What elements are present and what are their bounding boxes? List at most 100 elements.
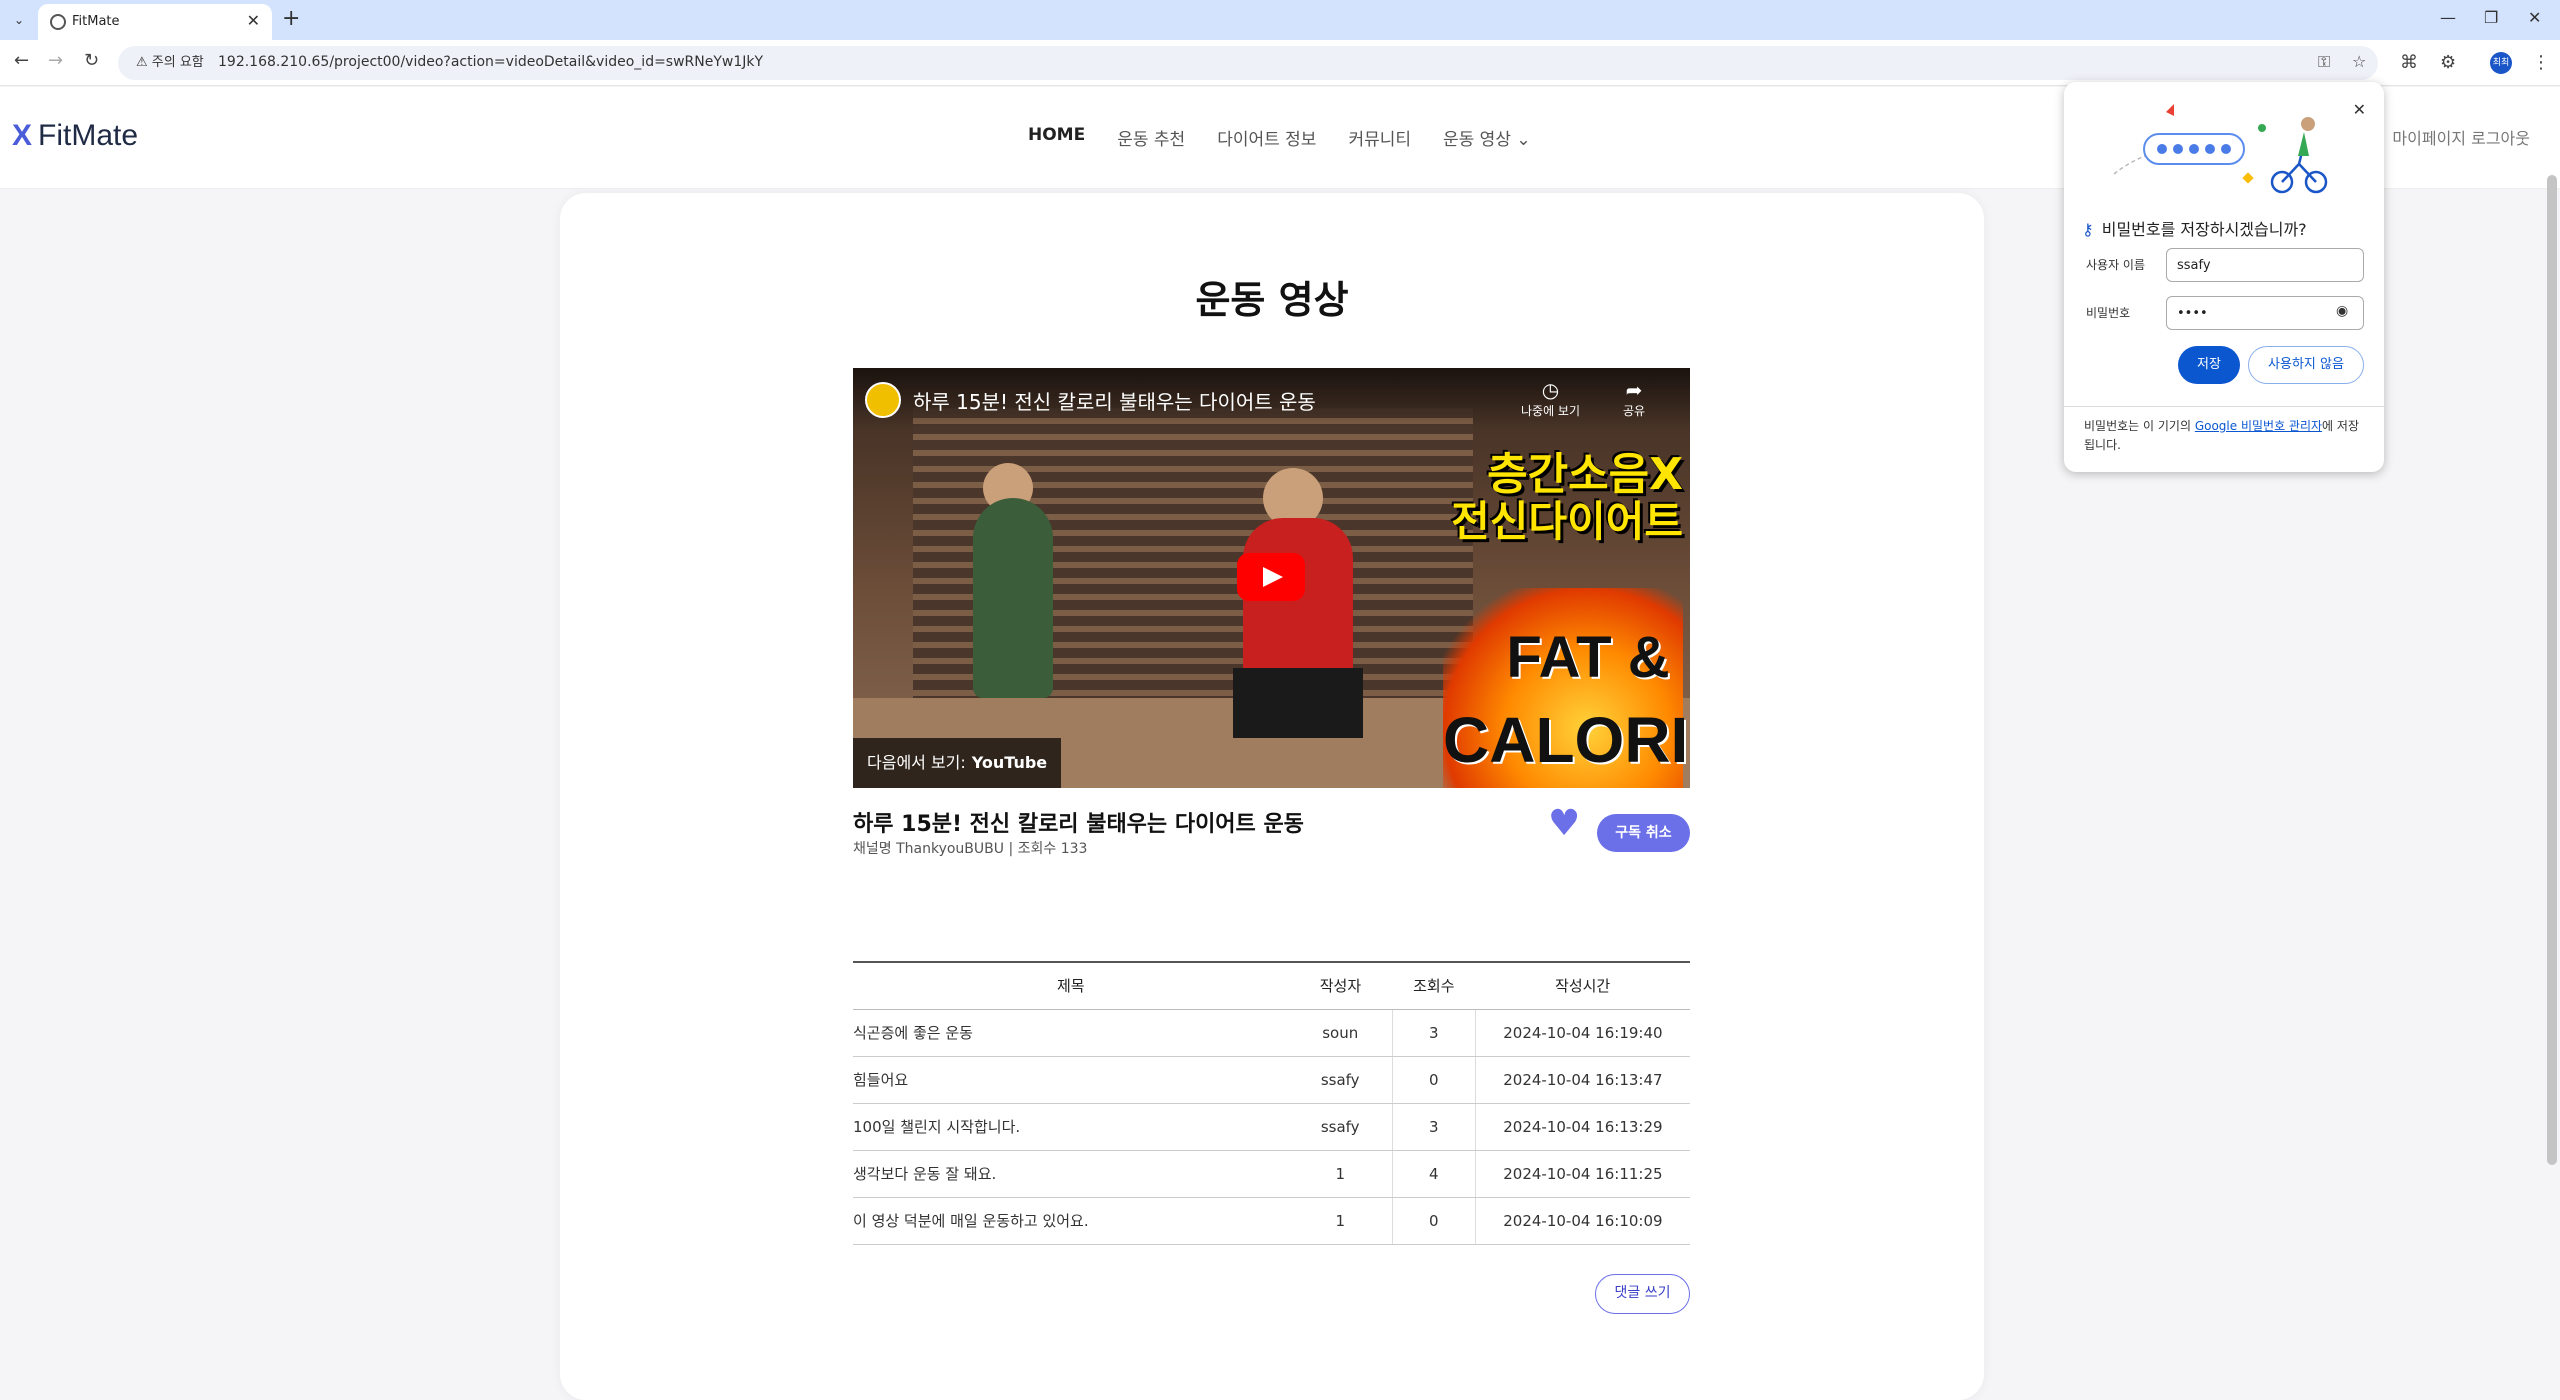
nav-home[interactable]: HOME [1028, 125, 1085, 150]
row-author: ssafy [1288, 1103, 1393, 1151]
nav-exercise-video-label: 운동 영상 [1443, 130, 1511, 150]
main-nav: HOME 운동 추천 다이어트 정보 커뮤니티 운동 영상 ⌄ [1028, 125, 1531, 150]
password-label: 비밀번호 [2086, 306, 2131, 320]
row-time: 2024-10-04 16:10:09 [1474, 1197, 1690, 1245]
nav-exercise-video[interactable]: 운동 영상 ⌄ [1443, 125, 1531, 150]
minimize-icon[interactable]: — [2440, 8, 2456, 27]
table-row[interactable]: 식곤증에 좋은 운동 soun 3 2024-10-04 16:19:40 [853, 1009, 1690, 1057]
share-icon: ➦ [1625, 378, 1643, 402]
clock-icon: ◷ [1541, 378, 1560, 402]
password-dialog-heading: ⚷ 비밀번호를 저장하시겠습니까? [2082, 216, 2307, 240]
site-logo[interactable]: X FitMate [12, 119, 138, 153]
menu-kebab-icon[interactable]: ⋮ [2532, 52, 2550, 73]
row-time: 2024-10-04 16:11:25 [1474, 1150, 1690, 1198]
row-time: 2024-10-04 16:13:47 [1474, 1056, 1690, 1104]
channel-avatar[interactable] [865, 382, 901, 418]
tab-search-icon[interactable]: ⌄ [8, 10, 30, 30]
forward-icon[interactable]: → [48, 50, 63, 71]
key-icon: ⚷ [2082, 220, 2094, 239]
logo-text: FitMate [38, 119, 139, 152]
share-label: 공유 [1623, 404, 1646, 418]
address-bar[interactable]: ⚠ 주의 요함 192.168.210.65/project00/video?a… [118, 46, 2378, 80]
write-comment-button[interactable]: 댓글 쓰기 [1595, 1274, 1690, 1314]
video-meta: 채널명 ThankyouBUBU | 조회수 133 [853, 841, 1088, 857]
password-dialog-heading-text: 비밀번호를 저장하시겠습니까? [2101, 220, 2307, 239]
row-title[interactable]: 식곤증에 좋은 운동 [853, 1009, 1289, 1057]
nav-exercise-recommend[interactable]: 운동 추천 [1117, 125, 1185, 150]
username-field[interactable]: ssafy [2166, 248, 2364, 282]
url-text[interactable]: 192.168.210.65/project00/video?action=vi… [218, 54, 763, 70]
row-title[interactable]: 100일 챌린지 시작합니다. [853, 1103, 1289, 1151]
puzzle-icon[interactable]: ⚙ [2440, 52, 2456, 73]
password-key-icon[interactable]: ⚿ [2318, 52, 2330, 72]
heart-icon[interactable]: ♥ [1548, 803, 1580, 844]
reload-icon[interactable]: ↻ [84, 50, 99, 71]
watch-on-label: 다음에서 보기: [867, 753, 966, 772]
window-close-icon[interactable]: ✕ [2528, 8, 2541, 27]
row-title[interactable]: 힘들어요 [853, 1056, 1289, 1104]
row-views: 3 [1391, 1009, 1476, 1057]
new-tab-icon[interactable]: + [282, 6, 300, 31]
password-save-dialog: ✕ ⚷ 비밀번호를 저장하시겠습니까? 사용자 이름 ssafy 비밀번호 •••… [2064, 82, 2384, 472]
close-tab-icon[interactable]: ✕ [247, 11, 260, 30]
content-card: 운동 영상 층간소음X 전신다이어트 FAT & CALORIE 하루 15분!… [560, 193, 1984, 1400]
row-views: 4 [1391, 1150, 1476, 1198]
col-header-views: 조회수 [1392, 961, 1476, 1010]
password-illustration [2113, 104, 2328, 194]
security-warning[interactable]: ⚠ 주의 요함 [128, 52, 212, 74]
eye-icon[interactable]: ◉ [2336, 303, 2348, 319]
password-dialog-footer: 비밀번호는 이 기기의 Google 비밀번호 관리자에 저장됩니다. [2064, 406, 2384, 472]
video-overlay-text: 전신다이어트 [1451, 497, 1683, 546]
header-user-links[interactable]: 마이페이지 로그아웃 [2392, 125, 2530, 149]
username-label: 사용자 이름 [2086, 258, 2146, 272]
video-embed-title[interactable]: 하루 15분! 전신 칼로리 불태우는 다이어트 운동 [913, 386, 1316, 415]
share-button[interactable]: ➦ 공유 [1623, 378, 1645, 419]
unsubscribe-button[interactable]: 구독 취소 [1597, 814, 1690, 852]
nav-diet-info[interactable]: 다이어트 정보 [1217, 125, 1316, 150]
col-header-time: 작성시간 [1475, 961, 1690, 1010]
watch-on-youtube[interactable]: 다음에서 보기: YouTube [853, 738, 1061, 788]
comment-table: 제목 작성자 조회수 작성시간 식곤증에 좋은 운동 soun 3 2024-1… [853, 961, 1690, 1245]
close-icon[interactable]: ✕ [2353, 100, 2366, 119]
table-row[interactable]: 이 영상 덕분에 매일 운동하고 있어요. 1 0 2024-10-04 16:… [853, 1197, 1690, 1245]
save-password-button[interactable]: 저장 [2178, 346, 2240, 384]
logo-mark: X [12, 119, 33, 152]
row-author: soun [1288, 1009, 1393, 1057]
video-person-shorts [1233, 668, 1363, 738]
table-row[interactable]: 100일 챌린지 시작합니다. ssafy 3 2024-10-04 16:13… [853, 1103, 1690, 1151]
watch-later-label: 나중에 보기 [1521, 404, 1581, 418]
row-time: 2024-10-04 16:13:29 [1474, 1103, 1690, 1151]
table-row[interactable]: 힘들어요 ssafy 0 2024-10-04 16:13:47 [853, 1056, 1690, 1104]
col-header-author: 작성자 [1288, 961, 1393, 1010]
row-views: 3 [1391, 1103, 1476, 1151]
video-overlay-fat: FAT & [1506, 625, 1670, 690]
row-time: 2024-10-04 16:19:40 [1474, 1009, 1690, 1057]
chevron-down-icon: ⌄ [1516, 130, 1531, 150]
nav-community[interactable]: 커뮤니티 [1348, 125, 1411, 150]
restore-icon[interactable]: ❐ [2484, 8, 2498, 27]
youtube-logo: YouTube [971, 753, 1048, 772]
watch-later-button[interactable]: ◷ 나중에 보기 [1521, 378, 1580, 419]
play-button[interactable] [1237, 553, 1305, 601]
extension-icon[interactable]: ⌘ [2400, 52, 2418, 73]
page-scrollbar[interactable] [2547, 175, 2557, 1165]
browser-tab[interactable]: FitMate ✕ [38, 4, 272, 40]
bookmark-star-icon[interactable]: ☆ [2352, 52, 2366, 71]
globe-icon [50, 14, 66, 30]
never-save-button[interactable]: 사용하지 않음 [2248, 346, 2364, 384]
password-manager-link[interactable]: Google 비밀번호 관리자 [2195, 419, 2322, 433]
footer-prefix: 비밀번호는 이 기기의 [2084, 419, 2195, 433]
video-player[interactable]: 층간소음X 전신다이어트 FAT & CALORIE 하루 15분! 전신 칼로… [853, 368, 1690, 788]
row-title[interactable]: 이 영상 덕분에 매일 운동하고 있어요. [853, 1197, 1289, 1245]
row-views: 0 [1391, 1056, 1476, 1104]
back-icon[interactable]: ← [14, 50, 29, 71]
table-row[interactable]: 생각보다 운동 잘 돼요. 1 4 2024-10-04 16:11:25 [853, 1150, 1690, 1198]
password-field[interactable]: •••• [2166, 296, 2364, 330]
security-label: 주의 요함 [151, 55, 204, 70]
browser-tabstrip: ⌄ FitMate ✕ + — ❐ ✕ [0, 0, 2560, 40]
row-author: ssafy [1288, 1056, 1393, 1104]
table-header-row: 제목 작성자 조회수 작성시간 [853, 961, 1690, 1010]
profile-avatar[interactable]: 최최 [2490, 52, 2512, 74]
row-author: 1 [1288, 1197, 1393, 1245]
row-title[interactable]: 생각보다 운동 잘 돼요. [853, 1150, 1289, 1198]
